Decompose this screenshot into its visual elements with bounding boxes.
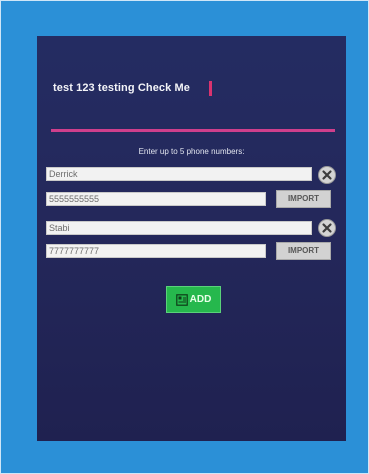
add-button[interactable]: ADD: [166, 286, 221, 313]
import-button[interactable]: IMPORT: [276, 190, 331, 208]
contact-phone-field[interactable]: 7777777777: [46, 244, 266, 258]
close-icon: [322, 170, 332, 180]
text-cursor: [209, 81, 212, 96]
contact-phone-field[interactable]: 5555555555: [46, 192, 266, 206]
contact-name-field[interactable]: Derrick: [46, 167, 312, 181]
app-screen: test 123 testing Check Me Enter up to 5 …: [37, 36, 346, 441]
add-contact-icon: [175, 293, 188, 306]
page-title[interactable]: test 123 testing Check Me: [53, 82, 190, 94]
add-button-label: ADD: [189, 294, 212, 305]
close-icon: [322, 223, 332, 233]
instructions-label: Enter up to 5 phone numbers:: [138, 147, 245, 156]
title-divider: [51, 129, 335, 132]
clear-contact-button[interactable]: [318, 219, 336, 237]
import-button[interactable]: IMPORT: [276, 242, 331, 260]
outer-frame: test 123 testing Check Me Enter up to 5 …: [0, 0, 369, 474]
clear-contact-button[interactable]: [318, 166, 336, 184]
contact-name-field[interactable]: Stabi: [46, 221, 312, 235]
